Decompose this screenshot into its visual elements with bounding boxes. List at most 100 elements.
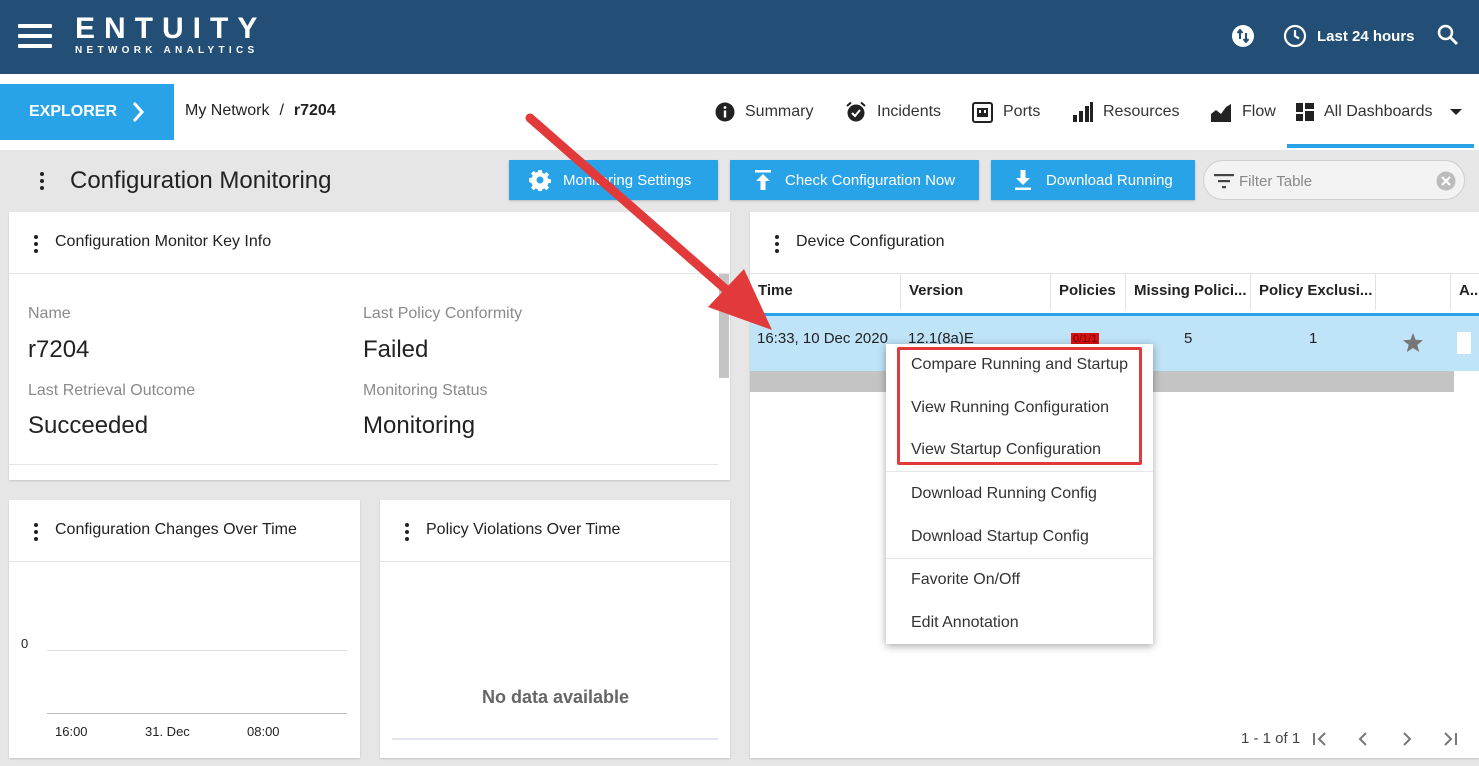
row-policy-exclusions: 1: [1309, 330, 1318, 347]
menu-item-view-running-config[interactable]: View Running Configuration: [911, 399, 1109, 417]
gear-icon: [529, 170, 551, 191]
logo-main-text: ENTUITY: [75, 12, 267, 45]
tab-flow[interactable]: Flow: [1210, 100, 1276, 124]
menu-item-favorite-toggle[interactable]: Favorite On/Off: [911, 571, 1020, 589]
flow-icon: [1211, 104, 1231, 122]
device-config-menu-icon[interactable]: [774, 235, 780, 253]
alarm-icon: [846, 101, 866, 122]
page-title: Configuration Monitoring: [70, 167, 332, 194]
explorer-button[interactable]: EXPLORER: [0, 84, 174, 140]
status-label: Monitoring Status: [363, 382, 488, 399]
logo-sub-text: NETWORK ANALYTICS: [75, 45, 259, 56]
conformity-label: Last Policy Conformity: [363, 305, 523, 322]
tab-incidents[interactable]: Incidents: [845, 100, 941, 124]
hamburger-menu-icon[interactable]: [18, 24, 52, 48]
bar-chart-icon: [1073, 102, 1093, 122]
x-tick-label: 31. Dec: [145, 724, 190, 739]
tab-summary-label: Summary: [745, 103, 814, 120]
x-tick-label: 08:00: [247, 724, 280, 739]
tab-incidents-label: Incidents: [877, 103, 942, 120]
tab-ports[interactable]: Ports: [972, 100, 1040, 124]
download-running-button[interactable]: Download Running: [991, 160, 1195, 200]
breadcrumb-my-network[interactable]: My Network: [185, 102, 269, 119]
active-tab-indicator: [1287, 144, 1474, 148]
policy-violations-menu-icon[interactable]: [404, 523, 410, 541]
status-value: Monitoring: [363, 412, 476, 439]
config-changes-menu-icon[interactable]: [33, 523, 39, 541]
tab-resources-label: Resources: [1103, 103, 1180, 120]
menu-item-download-running-config[interactable]: Download Running Config: [911, 485, 1097, 503]
time-range-selector[interactable]: Last 24 hours: [1317, 28, 1415, 45]
card-divider: [380, 561, 730, 562]
check-configuration-now-label: Check Configuration Now: [785, 171, 956, 189]
x-tick-label: 16:00: [55, 724, 88, 739]
gridline: [47, 650, 347, 651]
policy-violations-card: Policy Violations Over Time No data avai…: [380, 500, 730, 758]
tab-flow-label: Flow: [1242, 103, 1276, 120]
device-config-title: Device Configuration: [796, 233, 945, 250]
check-configuration-now-button[interactable]: Check Configuration Now: [730, 160, 979, 200]
column-header-version[interactable]: Version: [901, 274, 1051, 310]
column-header-missing-policies[interactable]: Missing Polici...: [1126, 274, 1251, 310]
first-page-icon[interactable]: [1310, 729, 1330, 749]
filter-table-input[interactable]: [1239, 170, 1439, 192]
key-info-card: Configuration Monitor Key Info Name r720…: [9, 212, 730, 480]
column-header-policy-exclusions[interactable]: Policy Exclusi...: [1251, 274, 1376, 310]
previous-page-icon[interactable]: [1353, 729, 1373, 749]
upload-icon: [755, 170, 771, 190]
column-header-policies[interactable]: Policies: [1051, 274, 1126, 310]
caret-down-icon[interactable]: [1449, 107, 1463, 117]
column-header-annotation[interactable]: A...: [1451, 274, 1479, 310]
tab-all-dashboards[interactable]: All Dashboards: [1296, 100, 1463, 124]
filter-icon: [1214, 174, 1234, 189]
breadcrumb: My Network / r7204: [185, 102, 336, 120]
row-missing-policies: 5: [1184, 330, 1193, 347]
chart-baseline: [392, 738, 718, 740]
breadcrumb-current: r7204: [293, 102, 336, 119]
navigation-bar: EXPLORER My Network / r7204 Summary Incide…: [0, 74, 1479, 150]
menu-item-download-startup-config[interactable]: Download Startup Config: [911, 528, 1089, 546]
retrieval-value: Succeeded: [28, 412, 149, 439]
chevron-right-icon: [132, 102, 145, 122]
menu-item-view-startup-config[interactable]: View Startup Configuration: [911, 441, 1101, 459]
logo: ENTUITY NETWORK ANALYTICS: [75, 14, 266, 57]
menu-item-edit-annotation[interactable]: Edit Annotation: [911, 614, 1019, 632]
retrieval-label: Last Retrieval Outcome: [28, 382, 196, 399]
row-time: 16:33, 10 Dec 2020: [757, 330, 888, 347]
refresh-icon[interactable]: [1231, 24, 1255, 48]
search-icon[interactable]: [1436, 23, 1460, 47]
info-icon: [715, 102, 735, 122]
page-menu-icon[interactable]: [39, 172, 45, 190]
annotation-cell[interactable]: [1457, 332, 1471, 354]
card-divider: [9, 464, 718, 465]
tab-all-dashboards-label: All Dashboards: [1324, 103, 1433, 120]
menu-item-compare-running-startup[interactable]: Compare Running and Startup: [911, 356, 1128, 374]
monitoring-settings-label: Monitoring Settings: [563, 171, 692, 189]
key-info-scrollbar[interactable]: [719, 274, 729, 378]
next-page-icon[interactable]: [1397, 729, 1417, 749]
star-icon[interactable]: [1402, 332, 1424, 353]
explorer-label: EXPLORER: [29, 103, 118, 120]
config-changes-title: Configuration Changes Over Time: [55, 521, 297, 538]
config-changes-card: Configuration Changes Over Time 0 16:00 …: [9, 500, 360, 758]
menu-separator: [886, 558, 1153, 559]
card-divider: [9, 273, 730, 274]
clock-icon[interactable]: [1283, 24, 1307, 48]
clear-icon[interactable]: [1436, 171, 1456, 191]
dashboards-icon: [1296, 103, 1314, 121]
tab-resources[interactable]: Resources: [1073, 100, 1179, 124]
row-context-menu: Compare Running and Startup View Running…: [886, 344, 1153, 644]
key-info-title: Configuration Monitor Key Info: [55, 233, 272, 250]
column-header-time[interactable]: Time: [750, 274, 901, 310]
top-bar: ENTUITY NETWORK ANALYTICS Last 24 hours: [0, 0, 1479, 74]
tab-summary[interactable]: Summary: [715, 100, 813, 124]
last-page-icon[interactable]: [1440, 729, 1460, 749]
filter-table-box: [1203, 160, 1465, 200]
download-icon: [1015, 170, 1031, 190]
policy-violations-title: Policy Violations Over Time: [426, 521, 621, 538]
tab-ports-label: Ports: [1003, 103, 1041, 120]
key-info-menu-icon[interactable]: [33, 235, 39, 253]
pagination-info: 1 - 1 of 1: [1241, 730, 1301, 747]
monitoring-settings-button[interactable]: Monitoring Settings: [509, 160, 718, 200]
column-header-favorite[interactable]: [1376, 274, 1451, 310]
